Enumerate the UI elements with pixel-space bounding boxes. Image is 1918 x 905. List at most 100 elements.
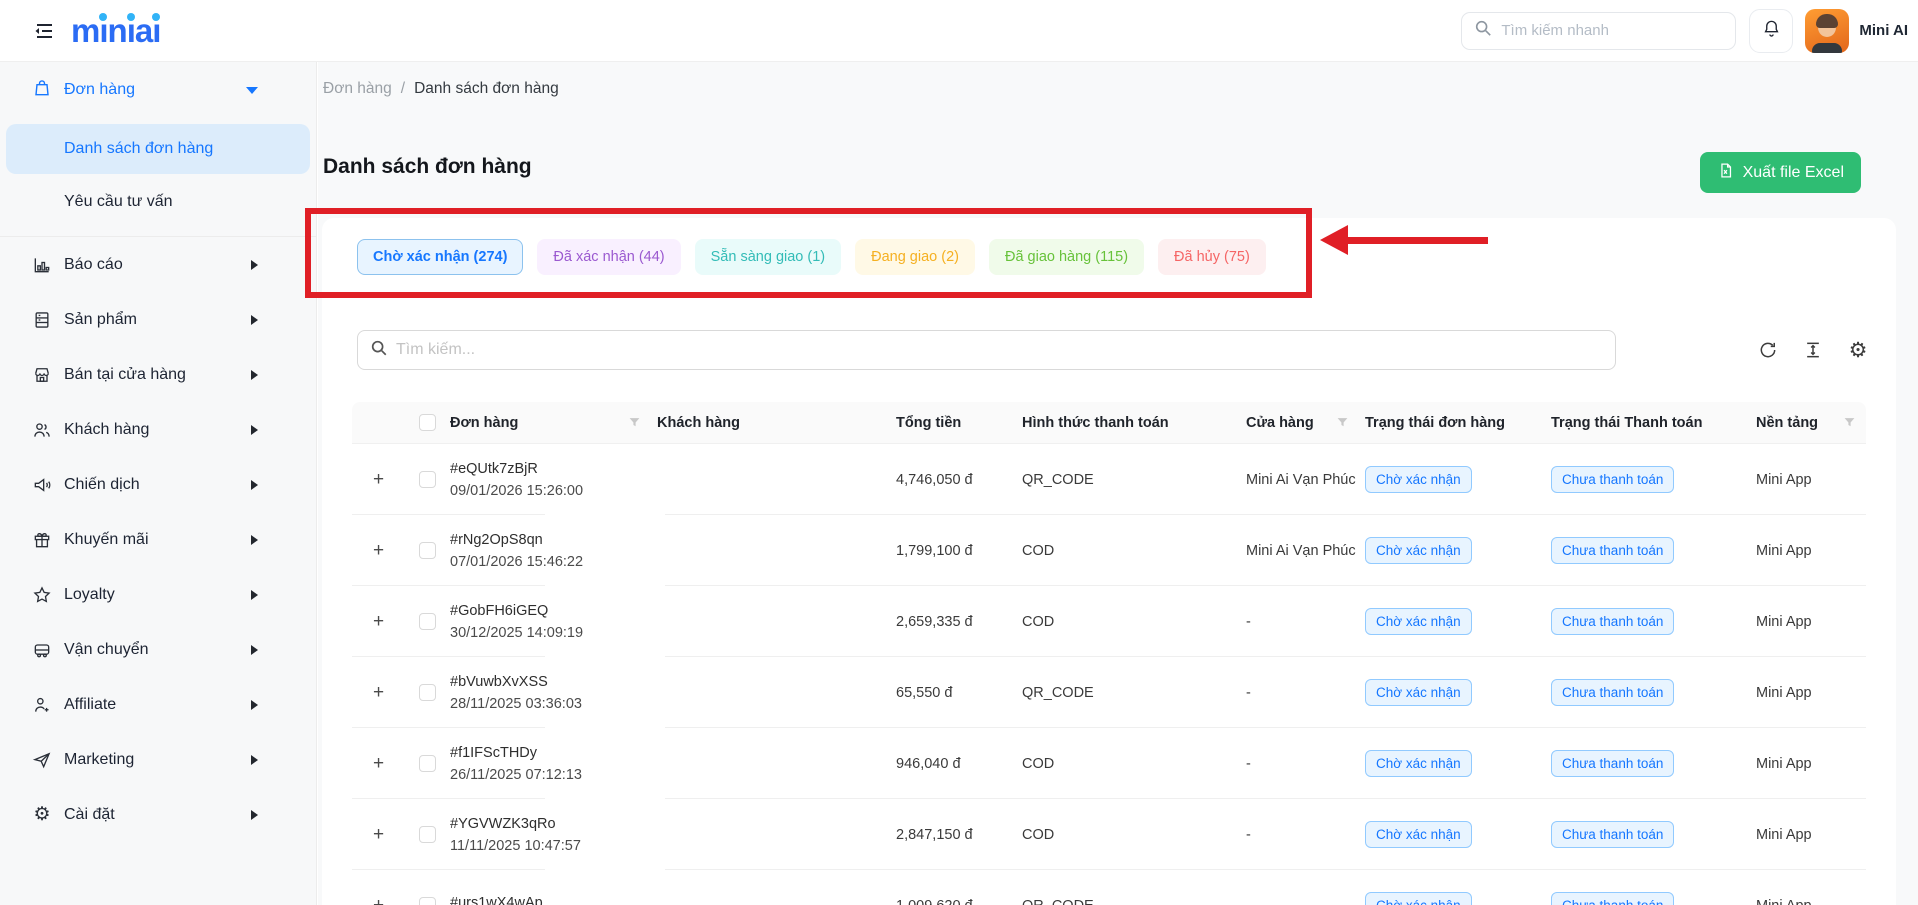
breadcrumb-separator: / — [401, 80, 405, 98]
sidebar-item-san-pham[interactable]: Sản phẩm — [0, 292, 316, 347]
sidebar-item-marketing[interactable]: Marketing — [0, 732, 316, 787]
refresh-icon[interactable] — [1757, 339, 1779, 361]
customers-icon — [32, 420, 52, 440]
row-checkbox[interactable] — [419, 542, 436, 559]
row-checkbox[interactable] — [419, 826, 436, 843]
avatar[interactable] — [1805, 9, 1849, 53]
status-tabs: Chờ xác nhận (274) Đã xác nhận (44) Sẵn … — [357, 239, 1266, 275]
chevron-right-icon — [251, 480, 258, 490]
order-status-badge: Chờ xác nhận — [1365, 608, 1472, 635]
app-logo[interactable]: mınıaı — [71, 12, 160, 50]
sidebar-collapse-icon[interactable] — [31, 18, 57, 44]
filter-icon[interactable] — [628, 416, 641, 429]
annotation-red-arrow-head — [1320, 225, 1348, 255]
global-search[interactable] — [1461, 12, 1736, 50]
chevron-right-icon — [251, 425, 258, 435]
expand-row-icon[interactable]: + — [373, 825, 384, 844]
chevron-right-icon — [251, 590, 258, 600]
global-search-input[interactable] — [1501, 22, 1723, 39]
table-row: + #YGVWZK3qRo11/11/2025 10:47:57 2,847,1… — [352, 799, 1866, 870]
order-status-badge: Chờ xác nhận — [1365, 892, 1472, 905]
breadcrumb: Đơn hàng / Danh sách đơn hàng — [323, 80, 559, 98]
payment-status-badge: Chưa thanh toán — [1551, 466, 1674, 493]
payment-status-badge: Chưa thanh toán — [1551, 821, 1674, 848]
expand-row-icon[interactable]: + — [373, 754, 384, 773]
row-checkbox[interactable] — [419, 471, 436, 488]
sidebar-item-ban-tai-cua-hang[interactable]: Bán tại cửa hàng — [0, 347, 316, 402]
sidebar-item-loyalty[interactable]: Loyalty — [0, 567, 316, 622]
page-title: Danh sách đơn hàng — [323, 155, 532, 179]
sidebar-item-don-hang[interactable]: Đơn hàng — [0, 62, 316, 118]
expand-row-icon[interactable]: + — [373, 470, 384, 489]
orders-table: Đơn hàng Khách hàng Tổng tiền Hình thức … — [352, 402, 1866, 905]
sidebar-item-cai-dat[interactable]: ⚙ Cài đặt — [0, 787, 316, 842]
select-all-checkbox[interactable] — [419, 414, 436, 431]
row-checkbox[interactable] — [419, 755, 436, 772]
expand-row-icon[interactable]: + — [373, 541, 384, 560]
marketing-icon — [32, 750, 52, 770]
payment-status-badge: Chưa thanh toán — [1551, 537, 1674, 564]
search-icon — [370, 339, 388, 362]
sidebar-item-yeu-cau-tu-van[interactable]: Yêu cầu tư vấn — [0, 176, 316, 228]
sidebar-item-khuyen-mai[interactable]: Khuyến mãi — [0, 512, 316, 567]
promotion-icon — [32, 530, 52, 550]
order-status-badge: Chờ xác nhận — [1365, 679, 1472, 706]
sidebar-item-khach-hang[interactable]: Khách hàng — [0, 402, 316, 457]
row-checkbox[interactable] — [419, 897, 436, 905]
chevron-right-icon — [251, 755, 258, 765]
expand-row-icon[interactable]: + — [373, 896, 384, 905]
table-row: + #eQUtk7zBjR09/01/2026 15:26:00 4,746,0… — [352, 444, 1866, 515]
tab-dang-giao[interactable]: Đang giao (2) — [855, 239, 975, 275]
tab-da-giao-hang[interactable]: Đã giao hàng (115) — [989, 239, 1144, 275]
main-content: Đơn hàng / Danh sách đơn hàng Danh sách … — [318, 62, 1918, 905]
chevron-right-icon — [251, 315, 258, 325]
payment-status-badge: Chưa thanh toán — [1551, 608, 1674, 635]
sidebar-item-bao-cao[interactable]: Báo cáo — [0, 237, 316, 292]
sidebar-item-chien-dich[interactable]: Chiến dịch — [0, 457, 316, 512]
row-checkbox[interactable] — [419, 613, 436, 630]
breadcrumb-current: Danh sách đơn hàng — [414, 80, 559, 98]
sidebar: Đơn hàng Danh sách đơn hàng Yêu cầu tư v… — [0, 62, 317, 905]
notifications-button[interactable] — [1749, 9, 1793, 53]
export-excel-button[interactable]: Xuất file Excel — [1700, 152, 1861, 193]
chevron-down-icon — [246, 87, 258, 94]
campaign-icon — [32, 475, 52, 495]
top-bar: mınıaı Min — [0, 0, 1918, 62]
table-row: + #f1IFScTHDy26/11/2025 07:12:13 946,040… — [352, 728, 1866, 799]
tab-da-xac-nhan[interactable]: Đã xác nhận (44) — [537, 239, 680, 275]
sidebar-item-van-chuyen[interactable]: Vận chuyển — [0, 622, 316, 677]
order-status-badge: Chờ xác nhận — [1365, 821, 1472, 848]
filter-icon[interactable] — [1843, 416, 1856, 429]
orders-bag-icon — [32, 78, 52, 103]
table-search[interactable] — [357, 330, 1616, 370]
chevron-right-icon — [251, 260, 258, 270]
table-row: + #rNg2OpS8qn07/01/2026 15:46:22 1,799,1… — [352, 515, 1866, 586]
chevron-right-icon — [251, 370, 258, 380]
sidebar-item-affiliate[interactable]: Affiliate — [0, 677, 316, 732]
expand-row-icon[interactable]: + — [373, 612, 384, 631]
chevron-right-icon — [251, 645, 258, 655]
tab-san-sang-giao[interactable]: Sẵn sàng giao (1) — [695, 239, 841, 275]
payment-status-badge: Chưa thanh toán — [1551, 750, 1674, 777]
table-row: + #GobFH6iGEQ30/12/2025 14:09:19 2,659,3… — [352, 586, 1866, 657]
breadcrumb-parent[interactable]: Đơn hàng — [323, 80, 392, 98]
sidebar-item-danh-sach-don-hang[interactable]: Danh sách đơn hàng — [6, 124, 310, 174]
table-search-input[interactable] — [396, 341, 1603, 359]
report-icon — [32, 255, 52, 275]
expand-row-icon[interactable]: + — [373, 683, 384, 702]
tab-da-huy[interactable]: Đã hủy (75) — [1158, 239, 1266, 275]
payment-status-badge: Chưa thanh toán — [1551, 679, 1674, 706]
chevron-right-icon — [251, 810, 258, 820]
orders-card: Chờ xác nhận (274) Đã xác nhận (44) Sẵn … — [322, 218, 1896, 905]
tab-cho-xac-nhan[interactable]: Chờ xác nhận (274) — [357, 239, 523, 275]
row-checkbox[interactable] — [419, 684, 436, 701]
table-row: + #urs1wX4wAp 1,009,620 đ QR_CODE - Chờ … — [352, 870, 1866, 905]
table-header: Đơn hàng Khách hàng Tổng tiền Hình thức … — [352, 402, 1866, 444]
chevron-right-icon — [251, 700, 258, 710]
order-status-badge: Chờ xác nhận — [1365, 466, 1472, 493]
sidebar-item-label: Đơn hàng — [64, 81, 135, 99]
table-settings-icon[interactable]: ⚙ — [1847, 339, 1869, 361]
row-height-icon[interactable] — [1802, 339, 1824, 361]
filter-icon[interactable] — [1336, 416, 1349, 429]
loyalty-icon — [32, 585, 52, 605]
